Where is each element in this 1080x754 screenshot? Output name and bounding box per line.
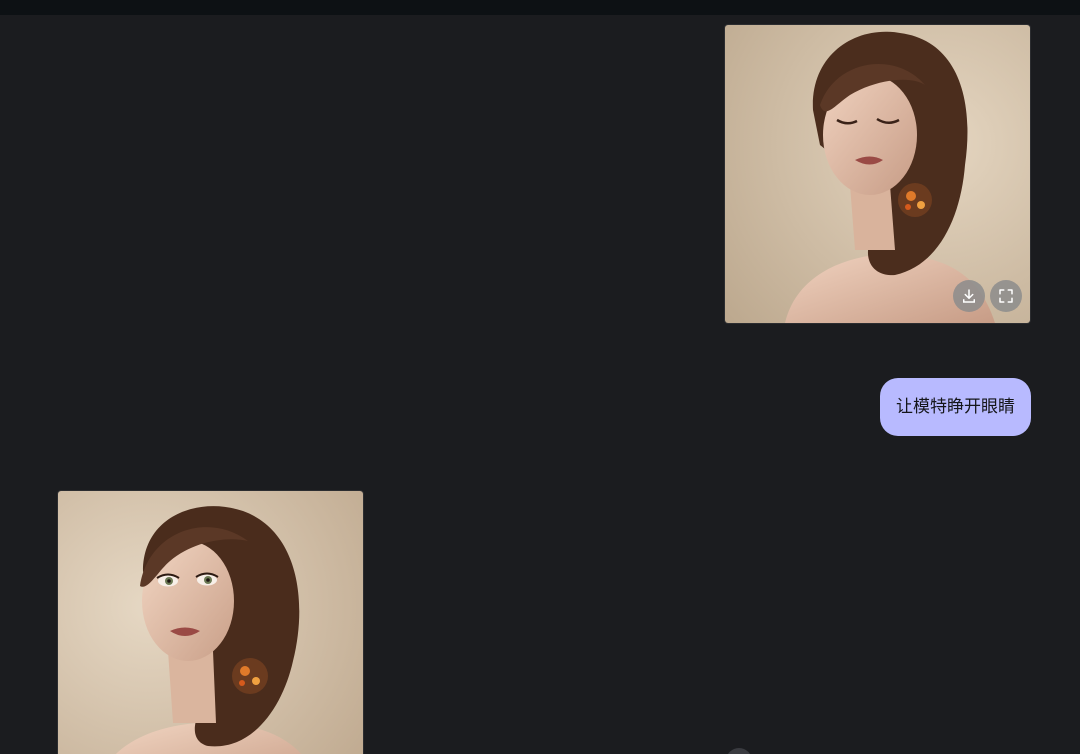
user-message-bubble: 让模特睁开眼睛: [880, 378, 1031, 436]
sent-image-card[interactable]: [725, 25, 1030, 323]
download-button[interactable]: [953, 280, 985, 312]
received-image-card[interactable]: [58, 491, 363, 754]
top-bar: [0, 0, 1080, 15]
portrait-eyes-open-image: [58, 491, 363, 754]
scroll-down-button[interactable]: [726, 748, 752, 754]
chat-page: 让模特睁开眼睛: [0, 0, 1080, 754]
download-icon: [963, 289, 975, 303]
fullscreen-icon: [999, 289, 1013, 303]
portrait-eyes-closed-image: [725, 25, 1030, 323]
fullscreen-button[interactable]: [990, 280, 1022, 312]
